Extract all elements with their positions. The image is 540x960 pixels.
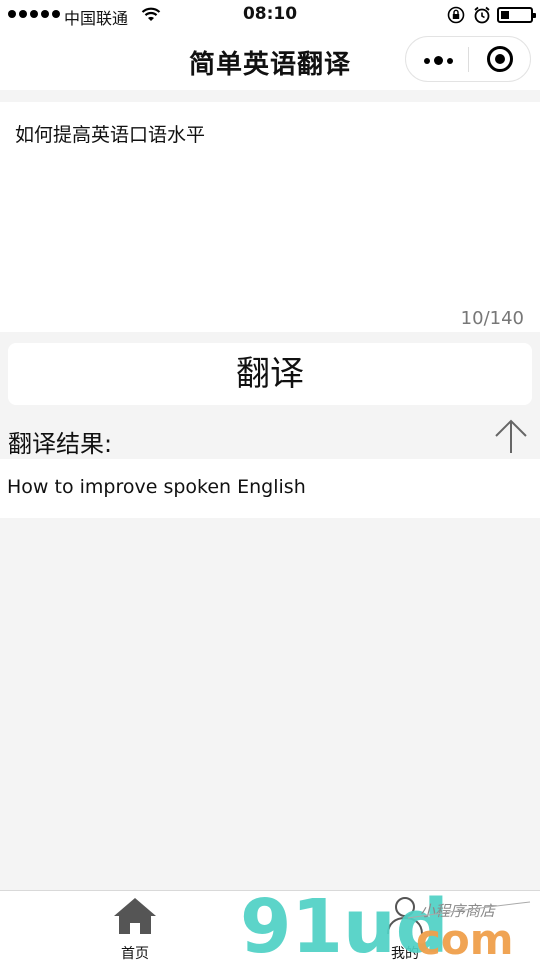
tab-bar: 首页 我的 xyxy=(0,890,540,960)
tab-home-label: 首页 xyxy=(121,946,149,960)
menu-capsule xyxy=(405,36,531,82)
user-icon xyxy=(387,897,423,935)
alarm-icon xyxy=(474,6,490,24)
tab-mine-label: 我的 xyxy=(391,946,419,960)
more-icon xyxy=(424,56,453,65)
rotation-lock-icon xyxy=(447,6,465,24)
source-text-input[interactable]: 如何提高英语口语水平 xyxy=(15,122,525,292)
source-text-area: 如何提高英语口语水平 10/140 xyxy=(0,102,540,332)
navigation-bar: 简单英语翻译 xyxy=(0,32,540,90)
close-button[interactable] xyxy=(469,37,531,81)
tab-mine[interactable]: 我的 xyxy=(270,891,540,960)
translation-result: How to improve spoken English xyxy=(7,476,306,498)
more-button[interactable] xyxy=(406,37,468,81)
result-heading: 翻译结果: xyxy=(8,430,113,458)
result-panel: How to improve spoken English xyxy=(0,459,540,518)
tab-home[interactable]: 首页 xyxy=(0,891,270,960)
close-target-icon xyxy=(487,46,513,72)
screen: 中国联通 08:10 简单英语翻译 如何提高英语口语水平 10/140 翻译 翻… xyxy=(0,0,540,960)
battery-icon xyxy=(497,7,536,23)
translate-button[interactable]: 翻译 xyxy=(8,343,532,405)
status-bar: 中国联通 08:10 xyxy=(0,0,540,32)
home-icon xyxy=(114,898,156,934)
character-counter: 10/140 xyxy=(460,308,524,329)
up-arrow-icon[interactable] xyxy=(494,419,528,455)
